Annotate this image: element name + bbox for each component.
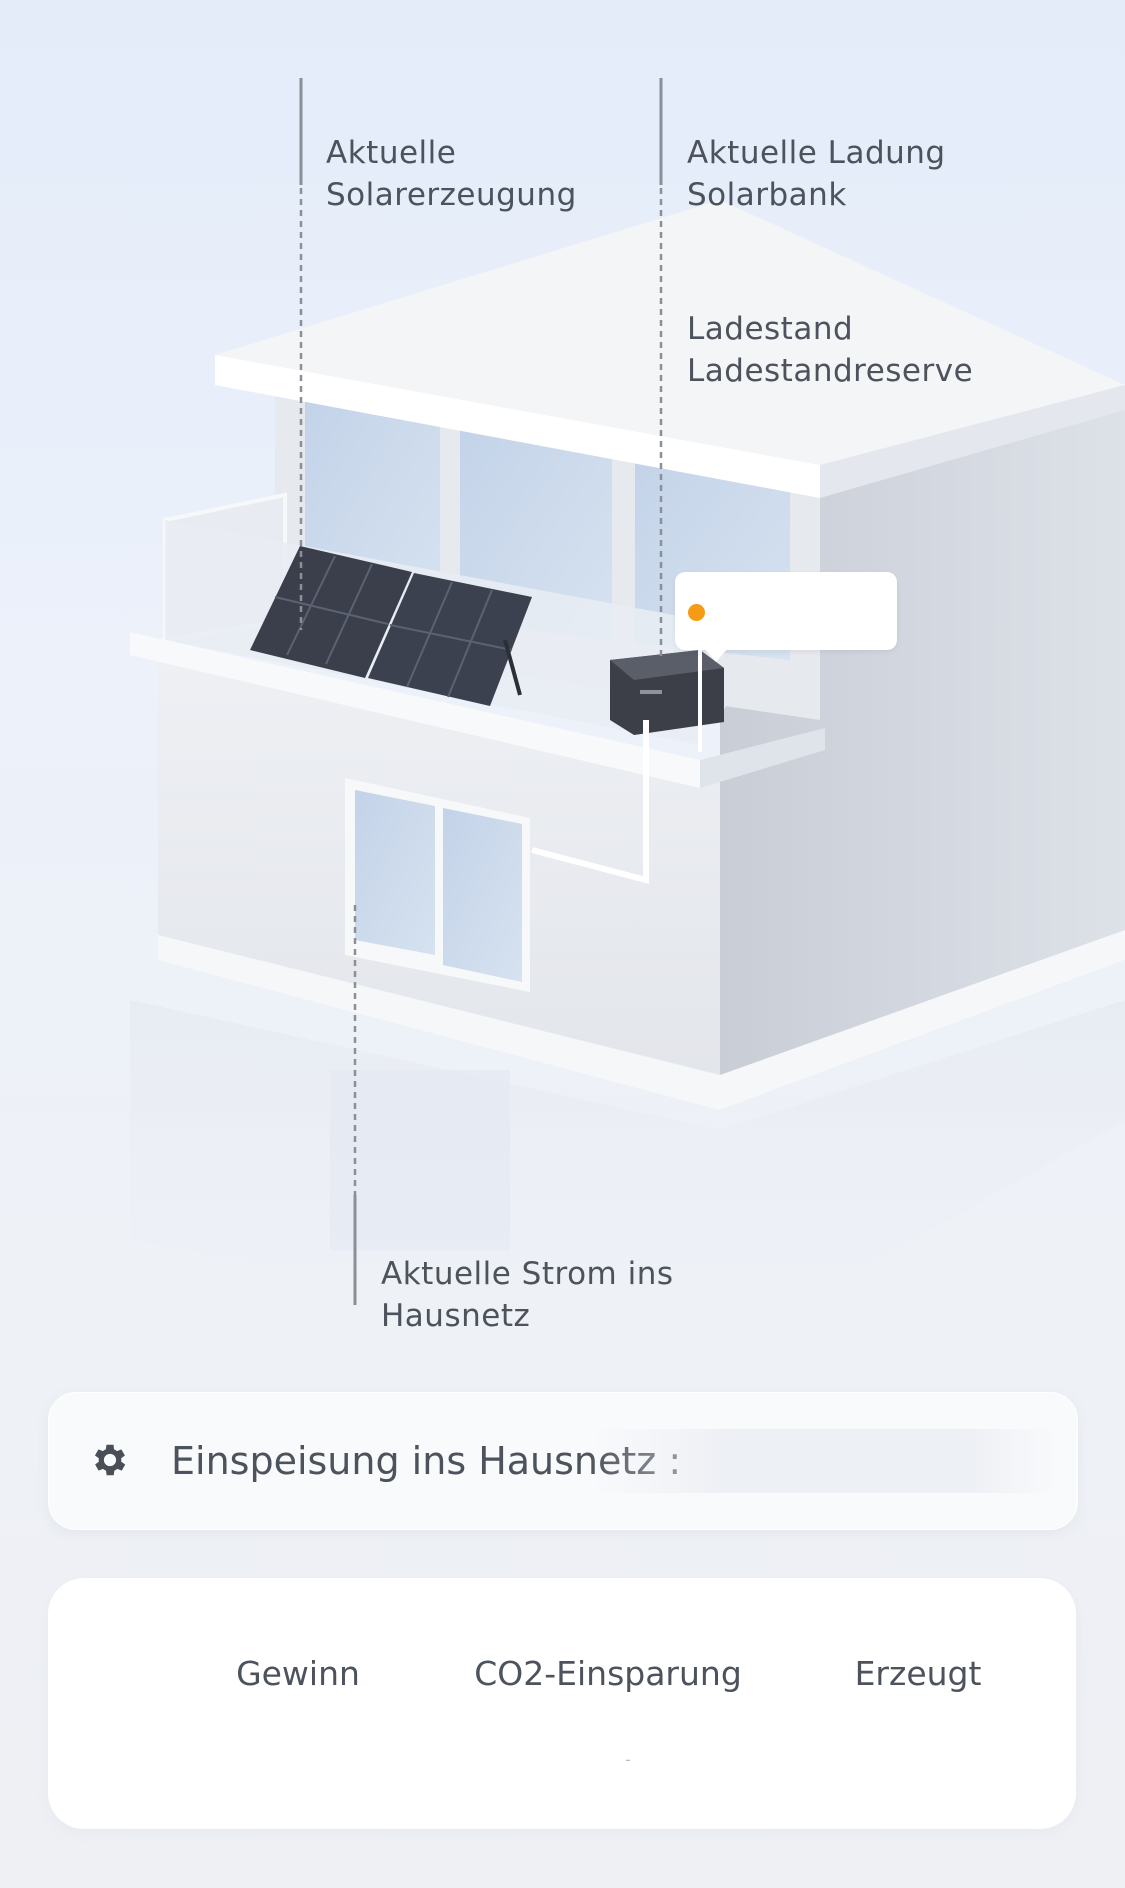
feed-in-card[interactable]: Einspeisung ins Hausnetz : bbox=[48, 1392, 1078, 1530]
charge-label-line-2: Solarbank bbox=[687, 177, 847, 213]
grid-label-line-2: Hausnetz bbox=[381, 1298, 531, 1334]
solar-label-line-2: Solarerzeugung bbox=[326, 177, 577, 213]
grid-power-label: Aktuelle Strom ins Hausnetz bbox=[381, 1253, 674, 1337]
soc-label-line-1: Ladestand bbox=[687, 311, 854, 347]
stat-gain-label: Gewinn bbox=[236, 1654, 360, 1693]
solar-label-line-1: Aktuelle bbox=[326, 135, 457, 171]
stat-co2-label: CO2-Einsparung bbox=[474, 1654, 742, 1693]
status-indicator-dot bbox=[688, 604, 705, 621]
soc-label-line-2: Ladestandreserve bbox=[687, 353, 974, 389]
gear-icon[interactable] bbox=[89, 1439, 131, 1481]
house-illustration: Aktuelle Solarerzeugung Aktuelle Ladung … bbox=[0, 0, 1125, 1390]
stats-card: Gewinn CO2-Einsparung Erzeugt - bbox=[48, 1578, 1076, 1829]
grid-label-line-1: Aktuelle Strom ins bbox=[381, 1256, 674, 1292]
stat-co2-value: - bbox=[625, 1750, 631, 1769]
stat-generated-label: Erzeugt bbox=[854, 1654, 982, 1693]
device-status-bubble[interactable] bbox=[675, 572, 897, 662]
current-charge-label: Aktuelle Ladung Solarbank bbox=[687, 132, 946, 216]
state-of-charge-label: Ladestand Ladestandreserve bbox=[687, 308, 973, 392]
feed-in-value-placeholder bbox=[589, 1429, 1059, 1493]
solar-generation-label: Aktuelle Solarerzeugung bbox=[326, 132, 577, 216]
charge-label-line-1: Aktuelle Ladung bbox=[687, 135, 946, 171]
